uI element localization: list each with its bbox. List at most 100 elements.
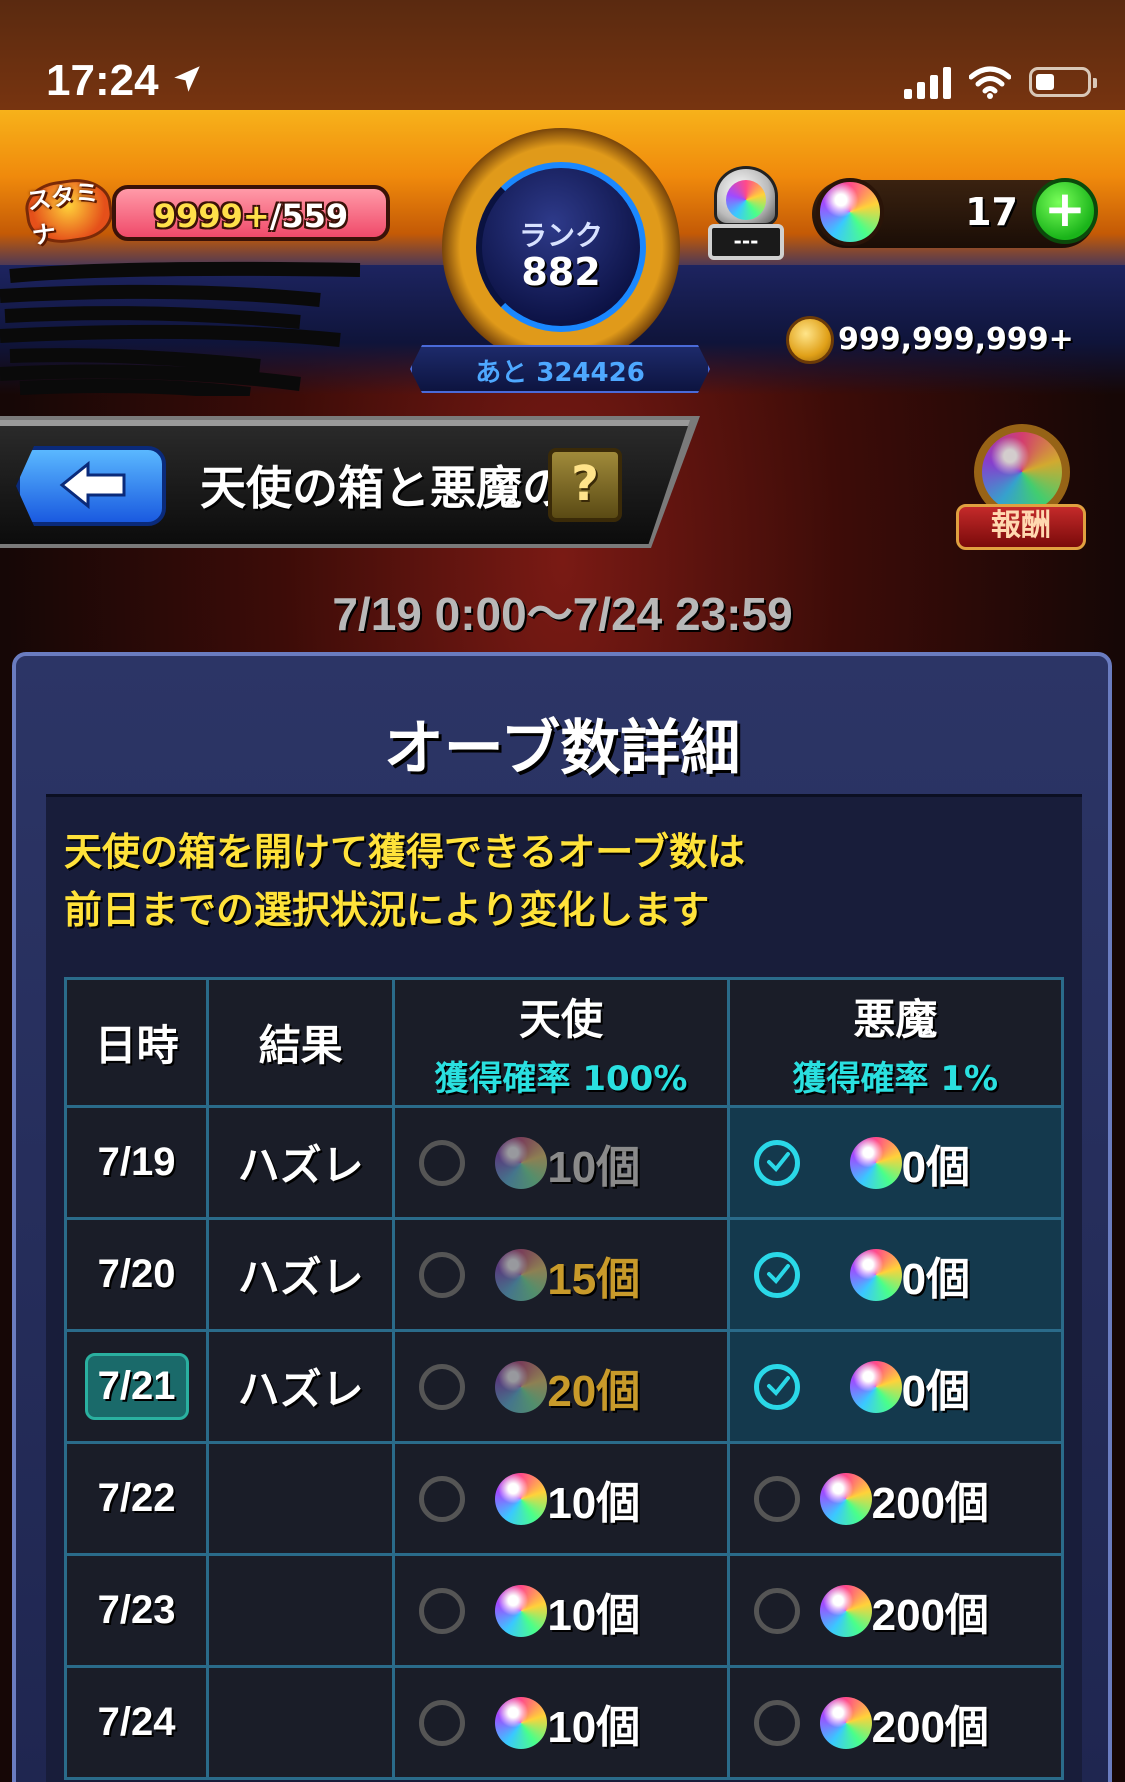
check-icon: [766, 1263, 790, 1284]
cell-date: 7/21: [63, 1329, 210, 1444]
stamina-current: 9999+: [153, 197, 270, 235]
orb-icon: [849, 1360, 902, 1413]
cell-devil[interactable]: 0個: [726, 1105, 1065, 1220]
cell-angel[interactable]: 10個: [392, 1441, 730, 1556]
devil-label: 悪魔: [853, 994, 938, 1044]
cell-result: ハズレ: [206, 1105, 396, 1220]
notice-text: 天使の箱を開けて獲得できるオーブ数は 前日までの選択状況により変化します: [64, 823, 745, 939]
devil-radio[interactable]: [753, 1139, 800, 1186]
status-time: 17:24: [46, 56, 159, 105]
cell-angel[interactable]: 10個: [392, 1665, 730, 1780]
angel-radio[interactable]: [419, 1363, 466, 1410]
orb-icon: [495, 1472, 548, 1525]
table-row: 7/21 ハズレ 20個 0個: [63, 1329, 1065, 1444]
table-row: 7/24 10個 200個: [63, 1665, 1065, 1780]
cell-result: ハズレ: [206, 1217, 396, 1332]
buy-orb-button[interactable]: +: [1032, 178, 1098, 244]
event-period: 7/19 0:00〜7/24 23:59: [332, 588, 793, 640]
orb-icon: [816, 178, 884, 246]
stamina-text: 9999+/559: [116, 197, 386, 235]
angel-radio[interactable]: [419, 1699, 466, 1746]
angel-radio[interactable]: [419, 1139, 466, 1186]
notice-line-1: 天使の箱を開けて獲得できるオーブ数は: [64, 830, 745, 874]
gift-orb-icon: [726, 180, 766, 220]
angel-orb-count: 10個: [547, 1142, 641, 1192]
header-angel: 天使 獲得確率 100%: [392, 977, 730, 1108]
angel-orb-count: 10個: [547, 1702, 641, 1752]
wifi-icon: [969, 66, 1011, 99]
stamina-bar[interactable]: 9999+/559: [112, 185, 390, 241]
battery-icon: [1029, 67, 1097, 97]
cell-result: [206, 1553, 396, 1668]
orb-icon: [849, 1136, 902, 1189]
result-label: ハズレ: [237, 1253, 364, 1302]
cell-result: [206, 1441, 396, 1556]
cell-date: 7/23: [63, 1553, 210, 1668]
cellular-signal-icon: [904, 65, 951, 99]
cell-angel[interactable]: 20個: [392, 1329, 730, 1444]
back-arrow-icon: [59, 460, 126, 510]
cell-devil[interactable]: 0個: [726, 1217, 1065, 1332]
cell-result: [206, 1665, 396, 1780]
devil-radio[interactable]: [753, 1251, 800, 1298]
reward-button[interactable]: 報酬: [956, 418, 1086, 558]
help-button[interactable]: ?: [548, 448, 622, 522]
cell-date: 7/20: [63, 1217, 210, 1332]
table-body: 7/19 ハズレ 10個 0個 7/20 ハズレ 15個 0個 7/21 ハズレ 20個 0個 7/22…: [63, 1105, 1065, 1780]
orb-detail-panel: オーブ数詳細 天使の箱を開けて獲得できるオーブ数は 前日までの選択状況により変化…: [12, 652, 1112, 1782]
reward-label: 報酬: [956, 504, 1086, 550]
panel-title: オーブ数詳細: [383, 714, 741, 784]
date-label: 7/23: [97, 1588, 176, 1632]
table-row: 7/23 10個 200個: [63, 1553, 1065, 1668]
angel-radio[interactable]: [419, 1475, 466, 1522]
date-label: 7/22: [97, 1476, 176, 1520]
devil-radio[interactable]: [753, 1475, 800, 1522]
angel-radio[interactable]: [419, 1251, 466, 1298]
gift-tag: ---: [708, 224, 784, 260]
angel-label: 天使: [518, 994, 603, 1044]
check-icon: [766, 1375, 790, 1396]
cell-result: ハズレ: [206, 1329, 396, 1444]
orb-icon: [819, 1696, 872, 1749]
cell-angel[interactable]: 15個: [392, 1217, 730, 1332]
cell-devil[interactable]: 200個: [726, 1441, 1065, 1556]
rank-badge[interactable]: ランク 882: [442, 128, 680, 366]
cell-devil[interactable]: 200個: [726, 1553, 1065, 1668]
devil-orb-count: 200個: [871, 1702, 990, 1752]
table-header-row: 日時 結果 天使 獲得確率 100% 悪魔 獲得確率 1%: [63, 977, 1065, 1108]
rank-label: ランク: [518, 219, 603, 252]
angel-radio[interactable]: [419, 1587, 466, 1634]
orb-icon: [495, 1696, 548, 1749]
status-bar: 17:24: [0, 0, 1125, 120]
cell-date: 7/24: [63, 1665, 210, 1780]
orb-icon: [495, 1360, 548, 1413]
cell-devil[interactable]: 0個: [726, 1329, 1065, 1444]
angel-orb-count: 10個: [547, 1590, 641, 1640]
devil-rate: 獲得確率 1%: [792, 1058, 999, 1099]
cell-angel[interactable]: 10個: [392, 1553, 730, 1668]
header-date: 日時: [63, 977, 210, 1108]
stamina-label: スタミナ: [25, 177, 101, 251]
devil-radio[interactable]: [753, 1363, 800, 1410]
devil-orb-count: 200個: [871, 1478, 990, 1528]
cell-devil[interactable]: 200個: [726, 1665, 1065, 1780]
angel-orb-count: 10個: [547, 1478, 641, 1528]
orb-count: 17: [965, 190, 1018, 234]
devil-orb-count: 0個: [901, 1366, 971, 1416]
devil-radio[interactable]: [753, 1587, 800, 1634]
panel-body: 天使の箱を開けて獲得できるオーブ数は 前日までの選択状況により変化します 日時 …: [46, 794, 1082, 1782]
location-arrow-icon: [174, 66, 200, 92]
devil-orb-count: 0個: [901, 1254, 971, 1304]
result-label: ハズレ: [237, 1141, 364, 1190]
table-row: 7/20 ハズレ 15個 0個: [63, 1217, 1065, 1332]
game-screen: 17:24 スタミナ 9999+/559 ランク 882 あと 324426 -…: [0, 0, 1125, 1782]
cell-angel[interactable]: 10個: [392, 1105, 730, 1220]
devil-radio[interactable]: [753, 1699, 800, 1746]
cell-date: 7/19: [63, 1105, 210, 1220]
notice-line-2: 前日までの選択状況により変化します: [64, 888, 710, 932]
angel-orb-count: 20個: [547, 1366, 641, 1416]
orb-table: 日時 結果 天使 獲得確率 100% 悪魔 獲得確率 1% 7/19 ハズレ 10個…: [63, 977, 1065, 1780]
angel-rate: 獲得確率 100%: [434, 1058, 688, 1099]
gift-box-button[interactable]: ---: [702, 166, 790, 266]
stamina-badge: スタミナ: [22, 174, 116, 250]
